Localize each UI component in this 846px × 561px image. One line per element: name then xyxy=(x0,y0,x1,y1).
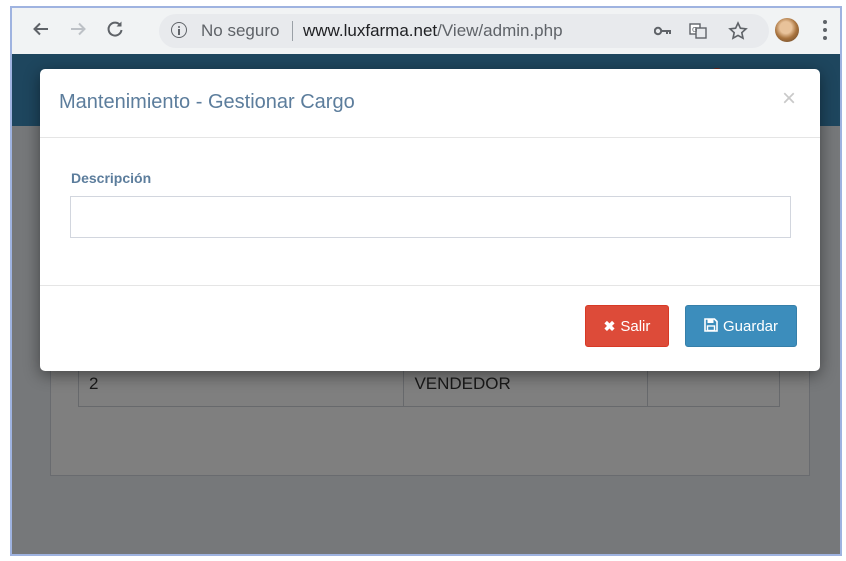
modal-title: Mantenimiento - Gestionar Cargo xyxy=(59,91,355,113)
exit-button-label: Salir xyxy=(620,317,651,335)
description-input[interactable] xyxy=(70,196,791,238)
avatar[interactable] xyxy=(775,18,799,42)
menu-icon[interactable] xyxy=(820,18,830,42)
url-path: /View/admin.php xyxy=(437,21,563,40)
forward-icon[interactable] xyxy=(67,18,89,40)
modal-header: Mantenimiento - Gestionar Cargo × xyxy=(40,69,820,138)
key-icon[interactable] xyxy=(652,20,674,42)
description-label: Descripción xyxy=(71,170,152,186)
save-button[interactable]: Guardar xyxy=(685,305,797,347)
modal-footer: ✖ Salir Guardar xyxy=(40,285,820,372)
save-button-label: Guardar xyxy=(722,317,779,335)
back-icon[interactable] xyxy=(30,18,52,40)
svg-text:G: G xyxy=(692,26,697,34)
security-status[interactable]: No seguro xyxy=(201,21,279,41)
browser-window: No seguro www.luxfarma.net/View/admin.ph… xyxy=(10,6,842,556)
browser-toolbar: No seguro www.luxfarma.net/View/admin.ph… xyxy=(12,8,840,54)
exit-button[interactable]: ✖ Salir xyxy=(585,305,669,347)
info-icon[interactable] xyxy=(171,22,187,38)
save-icon xyxy=(704,317,718,335)
close-icon[interactable]: × xyxy=(782,87,796,111)
reload-icon[interactable] xyxy=(104,18,126,40)
translate-icon[interactable]: G xyxy=(687,20,709,42)
cargo-modal: Mantenimiento - Gestionar Cargo × Descri… xyxy=(40,69,820,371)
times-icon: ✖ xyxy=(603,317,616,334)
star-icon[interactable] xyxy=(727,20,749,42)
address-separator xyxy=(292,21,293,41)
address-bar[interactable]: No seguro www.luxfarma.net/View/admin.ph… xyxy=(159,14,769,48)
url-host: www.luxfarma.net xyxy=(303,21,438,40)
url-text[interactable]: www.luxfarma.net/View/admin.php xyxy=(303,21,563,41)
